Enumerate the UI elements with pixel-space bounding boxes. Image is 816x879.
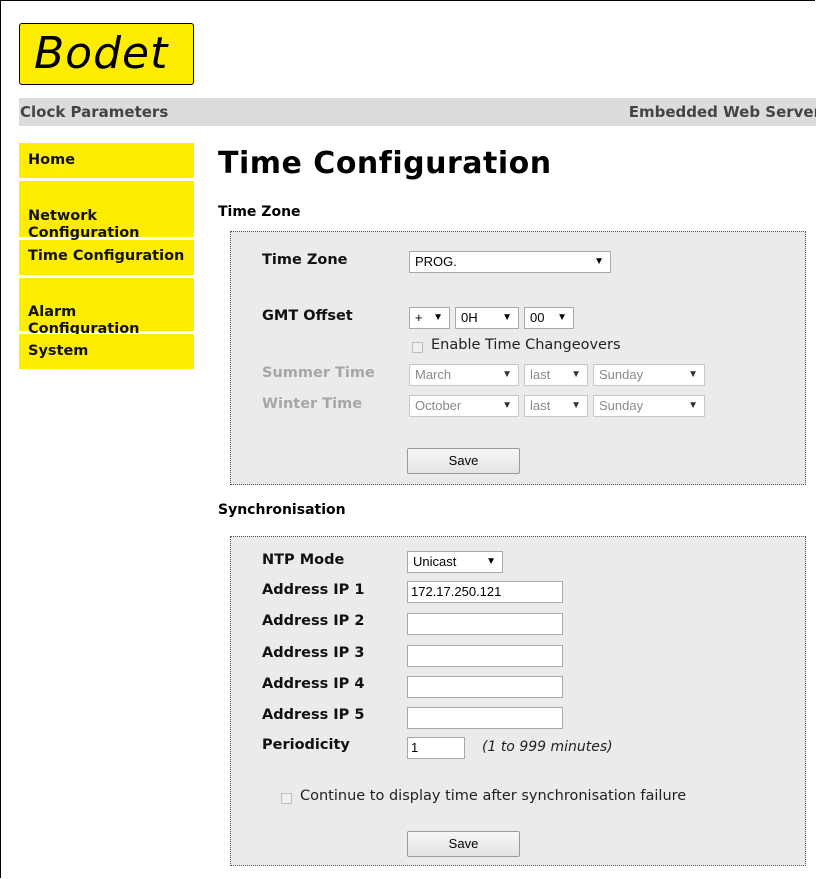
periodicity-hint: (1 to 999 minutes) (482, 739, 613, 755)
dropdown-arrow-icon: ▼ (502, 400, 512, 411)
nav-item-label: Network Configuration (28, 208, 140, 241)
winter-day-value: Sunday (599, 398, 644, 413)
ntp-mode-select[interactable]: Unicast ▼ (407, 551, 503, 573)
dropdown-arrow-icon: ▼ (502, 369, 512, 380)
winter-day-select[interactable]: Sunday ▼ (593, 395, 705, 417)
time-zone-panel: Time Zone PROG. ▼ GMT Offset + ▼ 0H ▼ 00… (230, 231, 806, 485)
nav-item-system[interactable]: System (19, 334, 194, 369)
header-title: Clock Parameters (20, 103, 169, 121)
summer-day-select[interactable]: Sunday ▼ (593, 364, 705, 386)
address-ip-2-input[interactable] (407, 613, 563, 635)
synchronisation-panel: NTP Mode Unicast ▼ Address IP 1 172.17.2… (230, 536, 806, 866)
bodet-logo: Bodet (19, 23, 194, 85)
time-zone-label: Time Zone (262, 252, 348, 268)
dropdown-arrow-icon: ▼ (486, 556, 496, 567)
gmt-sign-select[interactable]: + ▼ (409, 307, 450, 329)
logo-text: Bodet (34, 28, 169, 79)
gmt-sign-value: + (415, 310, 423, 325)
address-ip-3-input[interactable] (407, 645, 563, 667)
winter-week-value: last (530, 398, 551, 413)
summer-week-select[interactable]: last ▼ (524, 364, 588, 386)
header-server-label: Embedded Web Server (628, 103, 816, 121)
nav-item-label: Alarm Configuration (28, 304, 140, 337)
dropdown-arrow-icon: ▼ (688, 400, 698, 411)
winter-month-select[interactable]: October ▼ (409, 395, 519, 417)
gmt-minutes-value: 00 (530, 310, 545, 325)
winter-time-label: Winter Time (262, 396, 363, 412)
address-ip-5-label: Address IP 5 (262, 707, 365, 723)
dropdown-arrow-icon: ▼ (433, 312, 443, 323)
winter-week-select[interactable]: last ▼ (524, 395, 588, 417)
gmt-hours-select[interactable]: 0H ▼ (455, 307, 519, 329)
summer-week-value: last (530, 367, 551, 382)
header-bar: Clock Parameters Embedded Web Server (19, 98, 816, 126)
enable-changeovers-label: Enable Time Changeovers (431, 337, 621, 353)
dropdown-arrow-icon: ▼ (557, 312, 567, 323)
time-zone-save-button[interactable]: Save (407, 448, 520, 474)
periodicity-input[interactable]: 1 (407, 737, 465, 759)
summer-day-value: Sunday (599, 367, 644, 382)
dropdown-arrow-icon: ▼ (571, 400, 581, 411)
nav-item-time-configuration[interactable]: Time Configuration (19, 240, 194, 275)
page-title: Time Configuration (218, 146, 552, 181)
synchronisation-section-title: Synchronisation (218, 502, 346, 518)
address-ip-5-input[interactable] (407, 707, 563, 729)
address-ip-3-label: Address IP 3 (262, 645, 365, 661)
nav-item-label: System (28, 343, 89, 359)
dropdown-arrow-icon: ▼ (502, 312, 512, 323)
address-ip-1-input[interactable]: 172.17.250.121 (407, 581, 563, 603)
time-zone-select[interactable]: PROG. ▼ (409, 251, 611, 273)
summer-month-value: March (415, 367, 452, 382)
ntp-mode-label: NTP Mode (262, 552, 345, 568)
nav-item-label: Home (28, 152, 76, 168)
synchronisation-save-button[interactable]: Save (407, 831, 520, 857)
address-ip-2-label: Address IP 2 (262, 613, 365, 629)
dropdown-arrow-icon: ▼ (688, 369, 698, 380)
gmt-hours-value: 0H (461, 310, 478, 325)
dropdown-arrow-icon: ▼ (571, 369, 581, 380)
dropdown-arrow-icon: ▼ (594, 256, 604, 267)
nav-item-home[interactable]: Home (19, 143, 194, 178)
nav-item-label: Time Configuration (28, 248, 185, 264)
gmt-minutes-select[interactable]: 00 ▼ (524, 307, 574, 329)
time-zone-value: PROG. (415, 254, 457, 269)
address-ip-1-label: Address IP 1 (262, 582, 365, 598)
nav-item-alarm-configuration[interactable]: Alarm Configuration (19, 278, 194, 337)
time-zone-section-title: Time Zone (218, 204, 301, 220)
address-ip-4-label: Address IP 4 (262, 676, 365, 692)
ntp-mode-value: Unicast (413, 554, 457, 569)
nav-item-network-configuration[interactable]: Network Configuration (19, 181, 194, 241)
summer-time-label: Summer Time (262, 365, 375, 381)
enable-changeovers-checkbox[interactable] (412, 342, 423, 353)
summer-month-select[interactable]: March ▼ (409, 364, 519, 386)
periodicity-label: Periodicity (262, 737, 350, 753)
address-ip-4-input[interactable] (407, 676, 563, 698)
continue-display-checkbox[interactable] (281, 793, 292, 804)
gmt-offset-label: GMT Offset (262, 308, 353, 324)
winter-month-value: October (415, 398, 462, 413)
continue-display-label: Continue to display time after synchroni… (300, 788, 687, 804)
